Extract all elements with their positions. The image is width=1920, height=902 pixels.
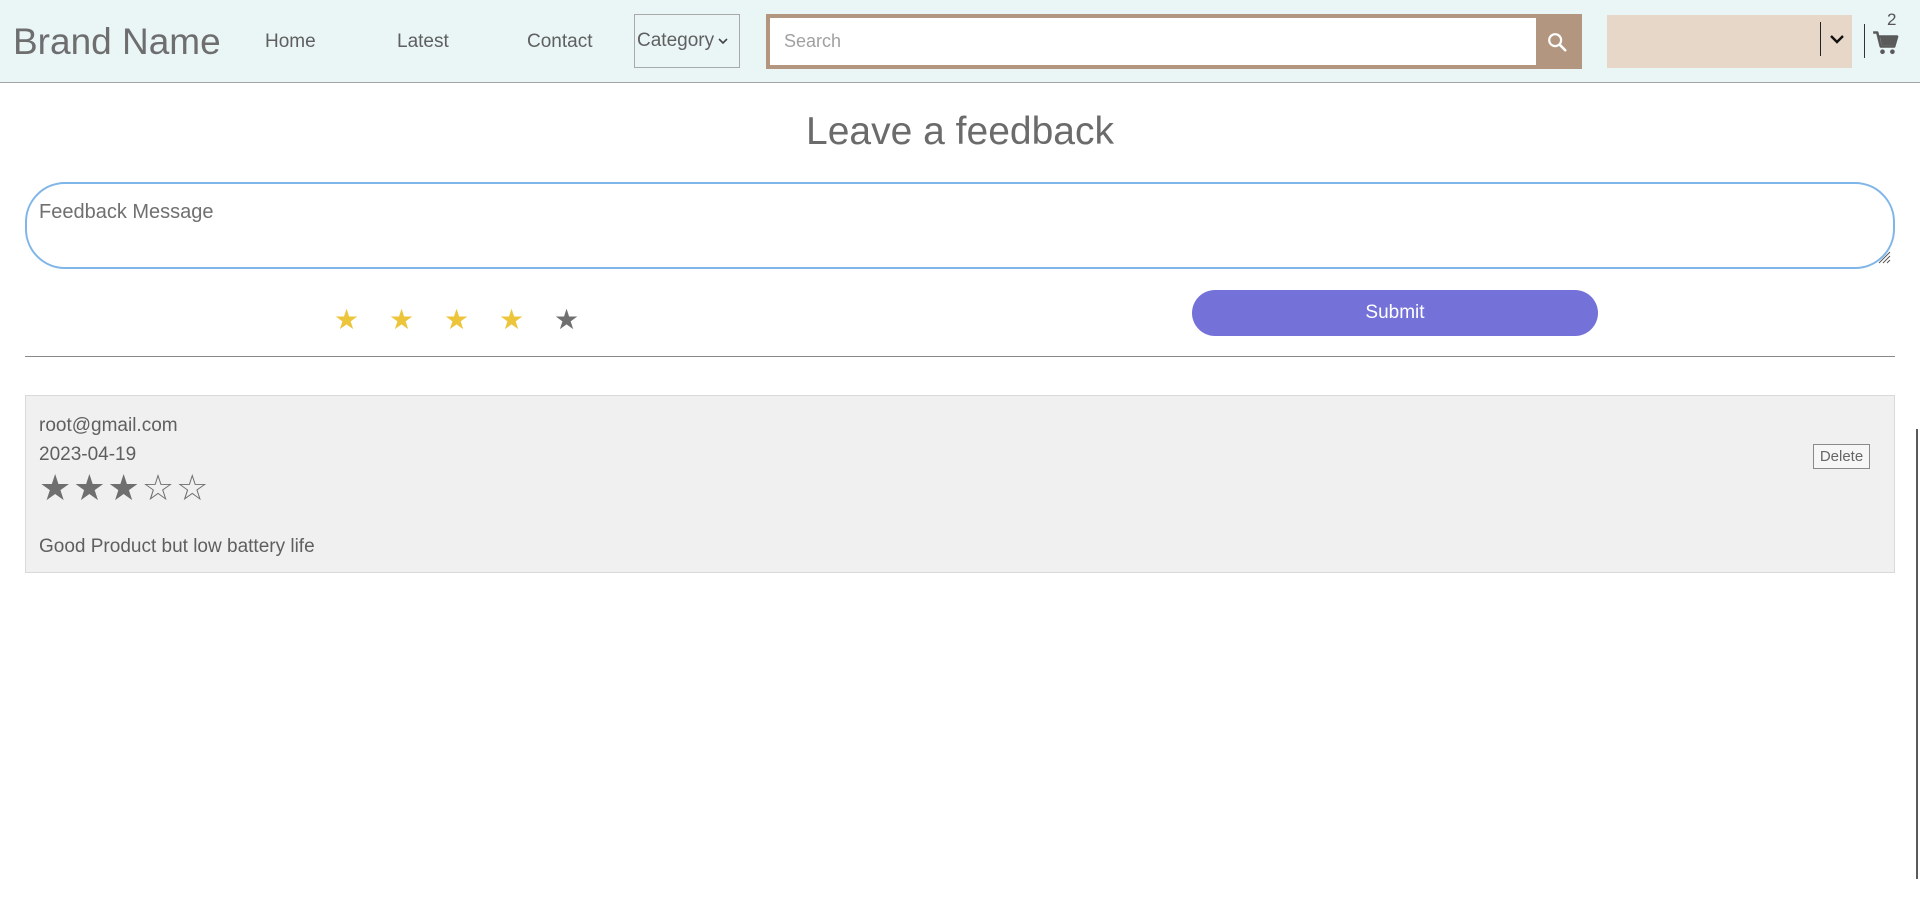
brand-name[interactable]: Brand Name [13, 20, 221, 64]
navbar: Brand Name Home Latest Contact Category … [0, 0, 1920, 83]
delete-review-button[interactable]: Delete [1813, 444, 1870, 469]
search-box [766, 14, 1582, 69]
chevron-down-icon [718, 37, 728, 44]
divider [25, 356, 1895, 357]
category-dropdown[interactable]: Category [634, 14, 740, 68]
star-icon-1[interactable]: ★ [334, 305, 359, 335]
resize-handle-icon[interactable] [1877, 250, 1891, 264]
review-author-email: root@gmail.com [39, 415, 178, 436]
chevron-down-icon [1830, 35, 1844, 44]
search-input[interactable] [770, 18, 1537, 65]
cart-button[interactable]: 2 [1870, 10, 1906, 60]
star-icon-5[interactable]: ★ [554, 305, 579, 335]
cart-divider [1864, 24, 1865, 58]
feedback-message-field[interactable] [25, 182, 1895, 269]
review-date: 2023-04-19 [39, 444, 137, 465]
dropdown-divider [1820, 22, 1821, 56]
review-text: Good Product but low battery life [39, 536, 315, 557]
scrollbar[interactable] [1908, 83, 1920, 902]
review-card: root@gmail.com 2023-04-19 ★★★☆☆ Good Pro… [25, 395, 1895, 573]
star-icon-2[interactable]: ★ [389, 305, 414, 335]
star-icon-4[interactable]: ★ [499, 305, 524, 335]
review-star-rating: ★★★☆☆ [39, 467, 211, 508]
page-title: Leave a feedback [806, 110, 1114, 153]
nav-link-home[interactable]: Home [265, 31, 316, 53]
nav-link-contact[interactable]: Contact [527, 31, 592, 53]
cart-count-badge: 2 [1887, 10, 1897, 29]
submit-button[interactable]: Submit [1192, 290, 1598, 336]
shopping-cart-icon [1873, 31, 1899, 55]
user-dropdown[interactable] [1607, 15, 1852, 68]
search-button[interactable] [1536, 18, 1578, 65]
nav-link-latest[interactable]: Latest [397, 31, 449, 53]
category-label: Category [637, 30, 715, 51]
search-icon [1548, 32, 1567, 52]
scrollbar-thumb[interactable] [1916, 429, 1918, 879]
star-icon-3[interactable]: ★ [444, 305, 469, 335]
